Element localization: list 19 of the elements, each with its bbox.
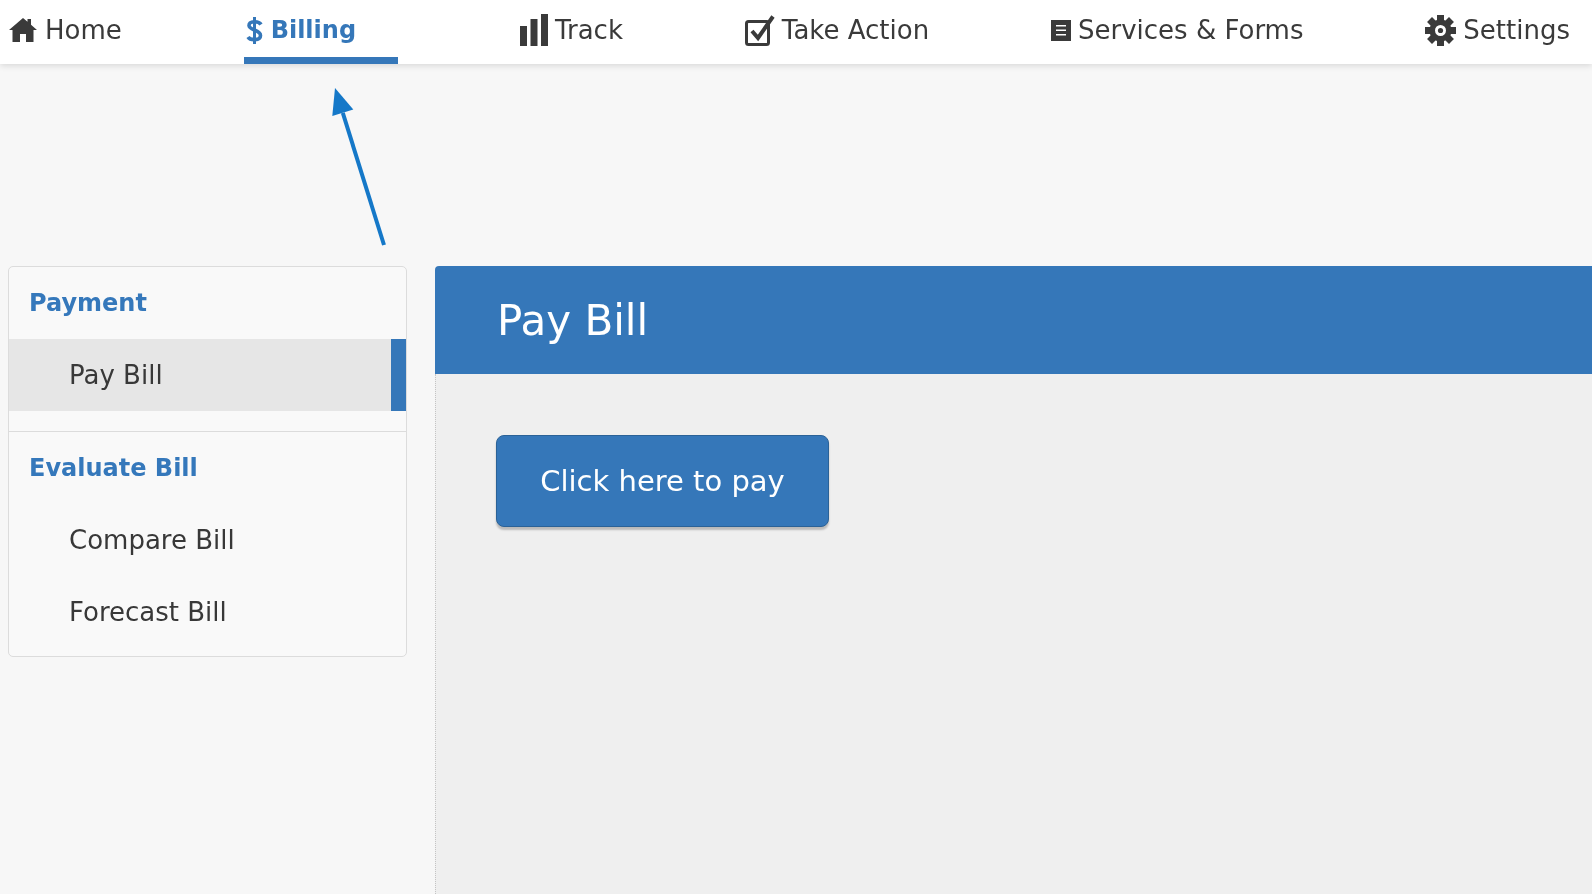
sidebar-item[interactable]: Compare Bill [9,504,406,576]
nav-tab[interactable]: Settings [1425,0,1570,64]
nav-tab[interactable]: Track [519,0,623,64]
bar-chart-icon [519,14,548,46]
nav-tab[interactable]: Take Action [744,0,930,64]
nav-tab[interactable]: Home [8,0,122,64]
nav-tab[interactable]: Billing [243,0,399,64]
pay-button[interactable]: Click here to pay [496,435,829,527]
panel-title: Pay Bill [497,295,649,345]
nav-tab[interactable]: Services & Forms [1051,0,1304,64]
house-icon [8,17,38,43]
document-icon [1051,19,1071,41]
checkbox-icon [744,14,775,46]
dollar-icon [244,15,264,45]
sidebar-heading: Evaluate Bill [29,454,198,482]
gear-icon [1425,14,1457,46]
sidebar-heading: Payment [29,289,147,317]
sidebar-item[interactable]: Forecast Bill [9,576,406,648]
sidebar-item[interactable]: Pay Bill [9,339,406,411]
